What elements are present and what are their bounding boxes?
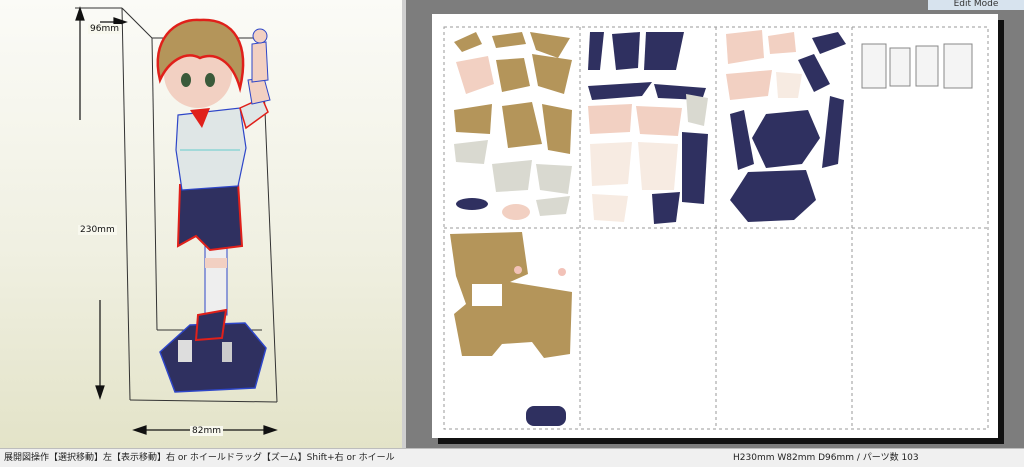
figure-shorts [176,180,244,252]
edit-mode-button[interactable]: Edit Mode [928,0,1024,10]
page3-base-parts [726,30,846,222]
page4-sock-parts [861,43,973,89]
depth-dimension-label: 96mm [88,24,121,34]
pattern-sheet[interactable] [432,14,998,438]
height-dimension-label: 230mm [78,225,117,235]
width-dimension-label: 82mm [190,426,223,436]
model-view-3d[interactable]: 96mm 230mm 82mm [0,0,402,448]
model-canvas[interactable] [0,0,402,448]
status-bar: 展開図操作【選択移動】左【表示移動】右 or ホイールドラッグ【ズーム】Shif… [0,448,1024,467]
figure-shirt [175,97,269,191]
figure-legs [194,244,228,342]
page-grid [443,26,989,430]
status-help-text: 展開図操作【選択移動】左【表示移動】右 or ホイールドラッグ【ズーム】Shif… [4,453,395,463]
figure-arm [247,28,271,105]
figure-head [156,18,245,108]
unfold-view-2d[interactable]: Edit Mode [406,0,1024,448]
pattern-canvas[interactable] [432,14,998,438]
status-model-info: H230mm W82mm D96mm / パーツ数 103 [733,453,919,463]
page2-body-parts [588,32,708,224]
page5-large-parts [450,232,572,426]
page1-hair-parts [454,32,572,220]
